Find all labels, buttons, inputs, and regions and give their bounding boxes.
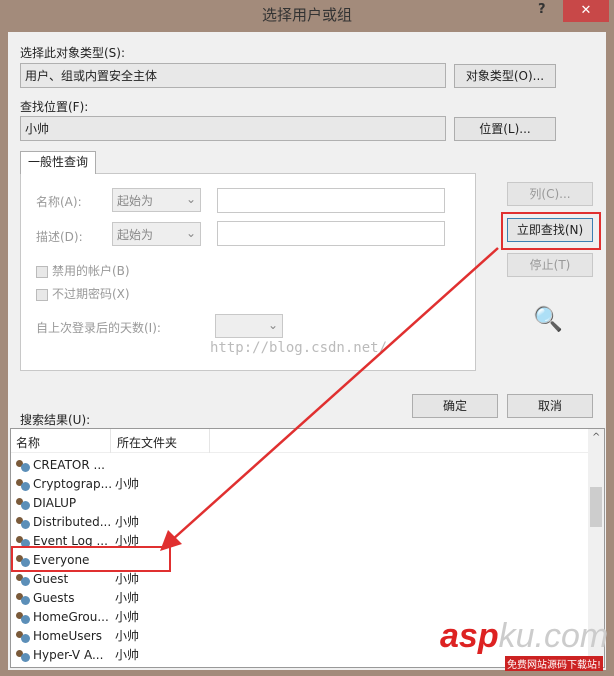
aspku-tagline: 免费网站源码下载站! bbox=[505, 656, 604, 671]
aspku-logo: aspku.com bbox=[440, 617, 609, 655]
arrow-line bbox=[171, 247, 499, 541]
red-arrow-annotation bbox=[160, 247, 499, 551]
